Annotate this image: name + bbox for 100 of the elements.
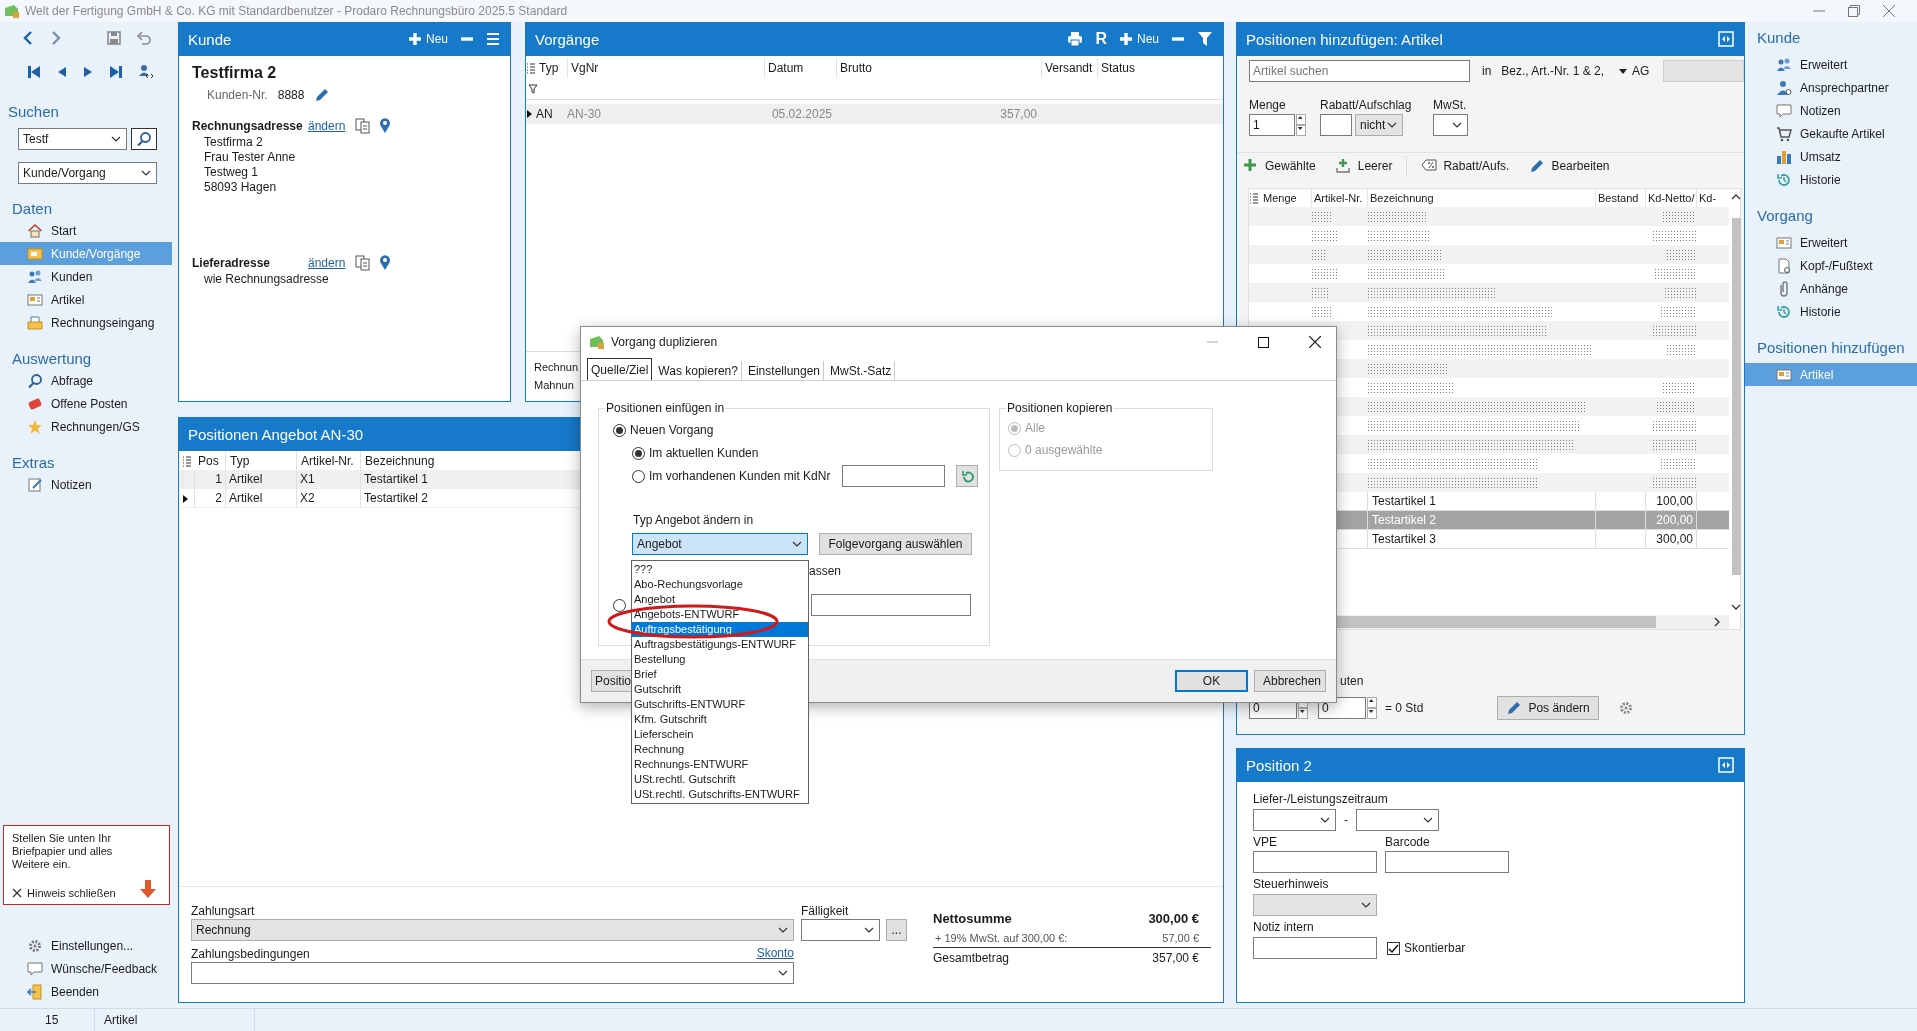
refresh-button[interactable] bbox=[956, 465, 979, 487]
discount-field[interactable] bbox=[1320, 114, 1352, 136]
nav-item[interactable]: Offene Posten bbox=[0, 392, 172, 415]
radio-button[interactable] bbox=[613, 423, 626, 437]
dropdown-option[interactable]: ??? bbox=[632, 562, 808, 577]
checkbox[interactable] bbox=[1387, 941, 1400, 955]
first-record-icon[interactable] bbox=[26, 64, 42, 80]
dropdown-option[interactable]: Gutschrifts-ENTWURF bbox=[632, 697, 808, 712]
text-field[interactable] bbox=[811, 594, 971, 616]
note-field[interactable] bbox=[1253, 937, 1377, 959]
spinner[interactable] bbox=[1367, 697, 1377, 719]
panel-toggle-icon[interactable] bbox=[1718, 757, 1734, 773]
nav-item[interactable]: Notizen bbox=[0, 473, 172, 496]
map-pin-icon[interactable] bbox=[378, 255, 393, 271]
due-date-dropdown[interactable] bbox=[801, 919, 880, 941]
quantity-field[interactable]: 1 bbox=[1249, 114, 1295, 136]
nav-item[interactable]: Gekaufte Artikel bbox=[1745, 122, 1917, 145]
table-row[interactable]: AN AN-30 05.02.2025 357,00 bbox=[526, 104, 1223, 124]
group-field[interactable] bbox=[1663, 60, 1744, 82]
radio-button[interactable] bbox=[632, 469, 645, 483]
panel-toggle-icon[interactable] bbox=[1718, 31, 1734, 47]
nav-item[interactable]: Anhänge bbox=[1745, 277, 1917, 300]
printer-icon[interactable] bbox=[1067, 31, 1084, 47]
column-chooser-icon[interactable] bbox=[182, 455, 192, 467]
forward-icon[interactable] bbox=[50, 30, 62, 46]
toolbar-button[interactable]: Leerer bbox=[1335, 157, 1393, 174]
copy-icon[interactable] bbox=[355, 118, 371, 134]
last-record-icon[interactable] bbox=[108, 64, 124, 80]
radio-button[interactable] bbox=[632, 446, 645, 460]
undo-icon[interactable] bbox=[136, 30, 152, 46]
report-button[interactable]: R bbox=[1095, 30, 1107, 48]
nav-item[interactable]: Rechnungen/GS bbox=[0, 415, 172, 438]
discount-mode-dropdown[interactable]: nicht bbox=[1355, 114, 1403, 136]
date-to-dropdown[interactable] bbox=[1356, 809, 1439, 831]
dropdown-option[interactable]: USt.rechtl. Gutschrifts-ENTWURF bbox=[632, 787, 808, 802]
save-icon[interactable] bbox=[106, 30, 122, 46]
dropdown-option[interactable]: Abo-Rechungsvorlage bbox=[632, 577, 808, 592]
previous-record-icon[interactable] bbox=[56, 64, 68, 80]
nav-item[interactable]: Erweitert bbox=[1745, 53, 1917, 76]
toolbar-button[interactable]: Rabatt/Aufs. bbox=[1421, 157, 1510, 174]
tab[interactable]: MwSt.-Satz bbox=[827, 361, 896, 380]
search-button[interactable] bbox=[131, 128, 157, 150]
nav-item[interactable]: Start bbox=[0, 219, 172, 242]
nav-item[interactable]: Historie bbox=[1745, 168, 1917, 191]
discount-link[interactable]: Skonto bbox=[756, 946, 794, 962]
menu-item[interactable]: Beenden bbox=[0, 980, 172, 1003]
close-hint-button[interactable]: Hinweis schließen bbox=[12, 887, 133, 899]
article-search-field[interactable]: Artikel suchen bbox=[1249, 60, 1470, 82]
new-button[interactable]: Neu bbox=[408, 32, 448, 46]
pencil-icon[interactable] bbox=[314, 87, 331, 103]
nav-item[interactable]: Notizen bbox=[1745, 99, 1917, 122]
follow-up-button[interactable]: Folgevorgang auswählen bbox=[819, 533, 972, 555]
spinner[interactable] bbox=[1296, 114, 1306, 136]
menu-item[interactable]: Wünsche/Feedback bbox=[0, 957, 172, 980]
radio-button[interactable] bbox=[613, 598, 626, 612]
barcode-field[interactable] bbox=[1385, 851, 1509, 873]
dropdown-option[interactable]: USt.rechtl. Gutschrift bbox=[632, 772, 808, 787]
caret-down-icon[interactable] bbox=[1618, 67, 1629, 75]
dropdown-option[interactable]: Angebots-ENTWURF bbox=[632, 607, 808, 622]
maximize-icon[interactable] bbox=[1258, 336, 1269, 348]
nav-item[interactable]: Kopf-/Fußtext bbox=[1745, 254, 1917, 277]
back-icon[interactable] bbox=[22, 30, 34, 46]
dropdown-option[interactable]: Bestellung bbox=[632, 652, 808, 667]
next-record-icon[interactable] bbox=[82, 64, 94, 80]
toolbar-button[interactable]: Bearbeiten bbox=[1529, 157, 1610, 174]
customer-number-field[interactable] bbox=[842, 465, 946, 487]
restore-icon[interactable] bbox=[1848, 5, 1860, 17]
close-icon[interactable] bbox=[1309, 336, 1321, 348]
ok-button[interactable]: OK bbox=[1175, 670, 1248, 692]
dropdown-option[interactable]: Auftragsbestätigungs-ENTWURF bbox=[632, 637, 808, 652]
edit-link[interactable]: ändern bbox=[308, 119, 346, 133]
filter-icon[interactable] bbox=[1197, 31, 1213, 47]
vat-dropdown[interactable] bbox=[1433, 114, 1468, 136]
payment-terms-dropdown[interactable] bbox=[191, 962, 794, 984]
dropdown-option[interactable]: Kfm. Gutschrift bbox=[632, 712, 808, 727]
nav-item[interactable]: Artikel bbox=[0, 288, 172, 311]
nav-item[interactable]: Historie bbox=[1745, 300, 1917, 323]
nav-item[interactable]: Umsatz bbox=[1745, 145, 1917, 168]
tab[interactable]: Was kopieren? bbox=[655, 361, 742, 380]
edit-position-button[interactable]: Pos ändern bbox=[1497, 696, 1599, 720]
nav-item[interactable]: Erweitert bbox=[1745, 231, 1917, 254]
nav-item[interactable]: Kunden bbox=[0, 265, 172, 288]
nav-item[interactable]: Rechnungseingang bbox=[0, 311, 172, 334]
nav-item[interactable]: Abfrage bbox=[0, 369, 172, 392]
map-pin-icon[interactable] bbox=[378, 118, 393, 134]
column-chooser-icon[interactable] bbox=[1249, 192, 1259, 204]
column-chooser-icon[interactable] bbox=[526, 62, 536, 74]
copy-icon[interactable] bbox=[355, 255, 371, 271]
dropdown-option[interactable]: Gutschrift bbox=[632, 682, 808, 697]
person-swap-icon[interactable] bbox=[138, 64, 154, 80]
menu-icon[interactable] bbox=[486, 32, 500, 46]
dropdown-option[interactable]: Rechnungs-ENTWURF bbox=[632, 757, 808, 772]
positions-button[interactable]: Positio bbox=[591, 670, 633, 692]
type-dropdown[interactable]: Angebot bbox=[632, 533, 808, 555]
nav-item[interactable]: Ansprechpartner bbox=[1745, 76, 1917, 99]
vpe-field[interactable] bbox=[1253, 851, 1377, 873]
cancel-button[interactable]: Abbrechen bbox=[1254, 670, 1326, 692]
dropdown-option[interactable]: Angebot bbox=[632, 592, 808, 607]
toolbar-button[interactable]: Gewählte bbox=[1243, 157, 1316, 174]
search-field[interactable]: Testf bbox=[18, 128, 127, 150]
